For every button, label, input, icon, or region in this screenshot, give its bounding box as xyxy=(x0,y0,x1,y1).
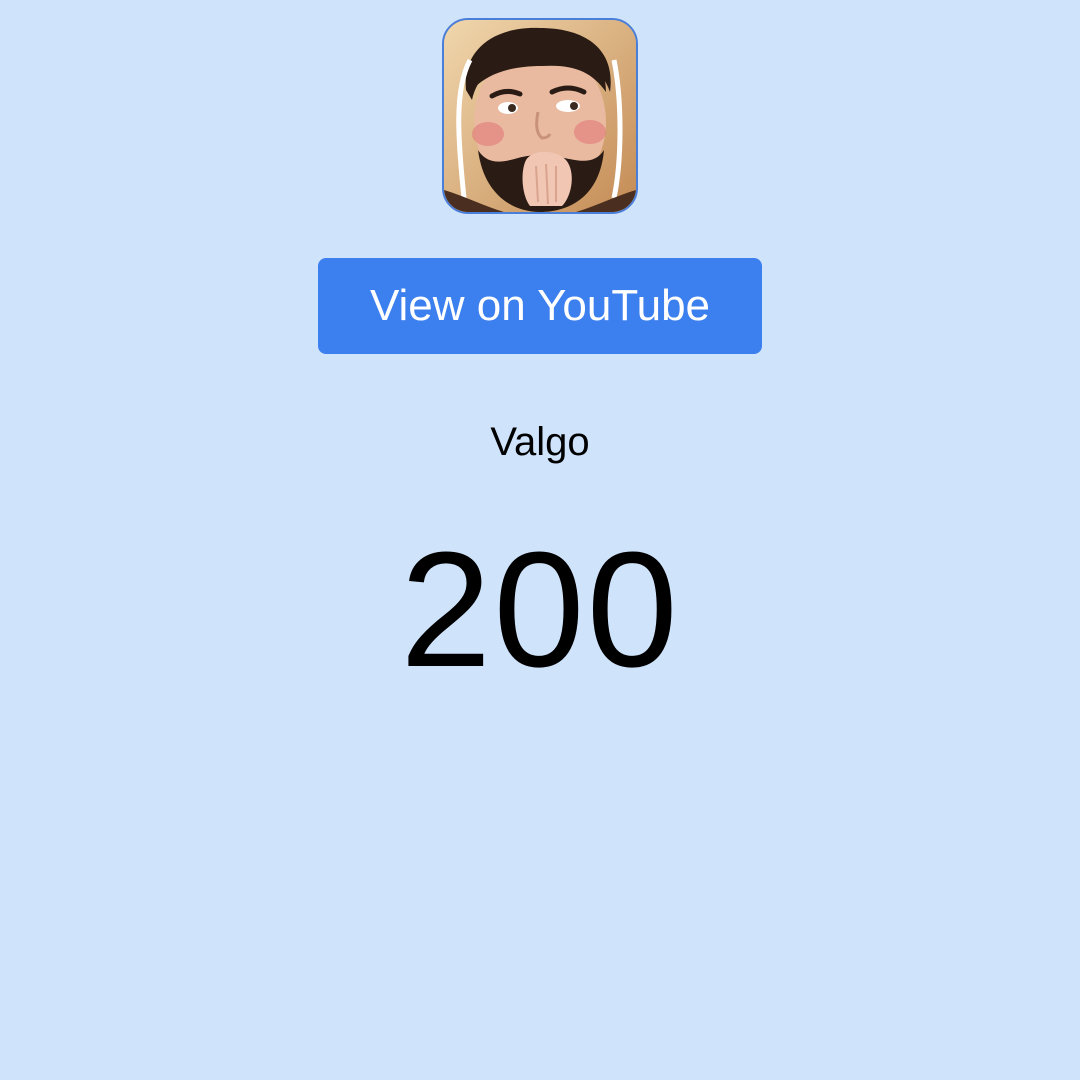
channel-avatar xyxy=(442,18,638,214)
view-on-youtube-button[interactable]: View on YouTube xyxy=(318,258,762,354)
channel-name: Valgo xyxy=(490,420,590,464)
subscriber-count: 200 xyxy=(400,518,680,701)
avatar-photo-icon xyxy=(444,20,636,212)
